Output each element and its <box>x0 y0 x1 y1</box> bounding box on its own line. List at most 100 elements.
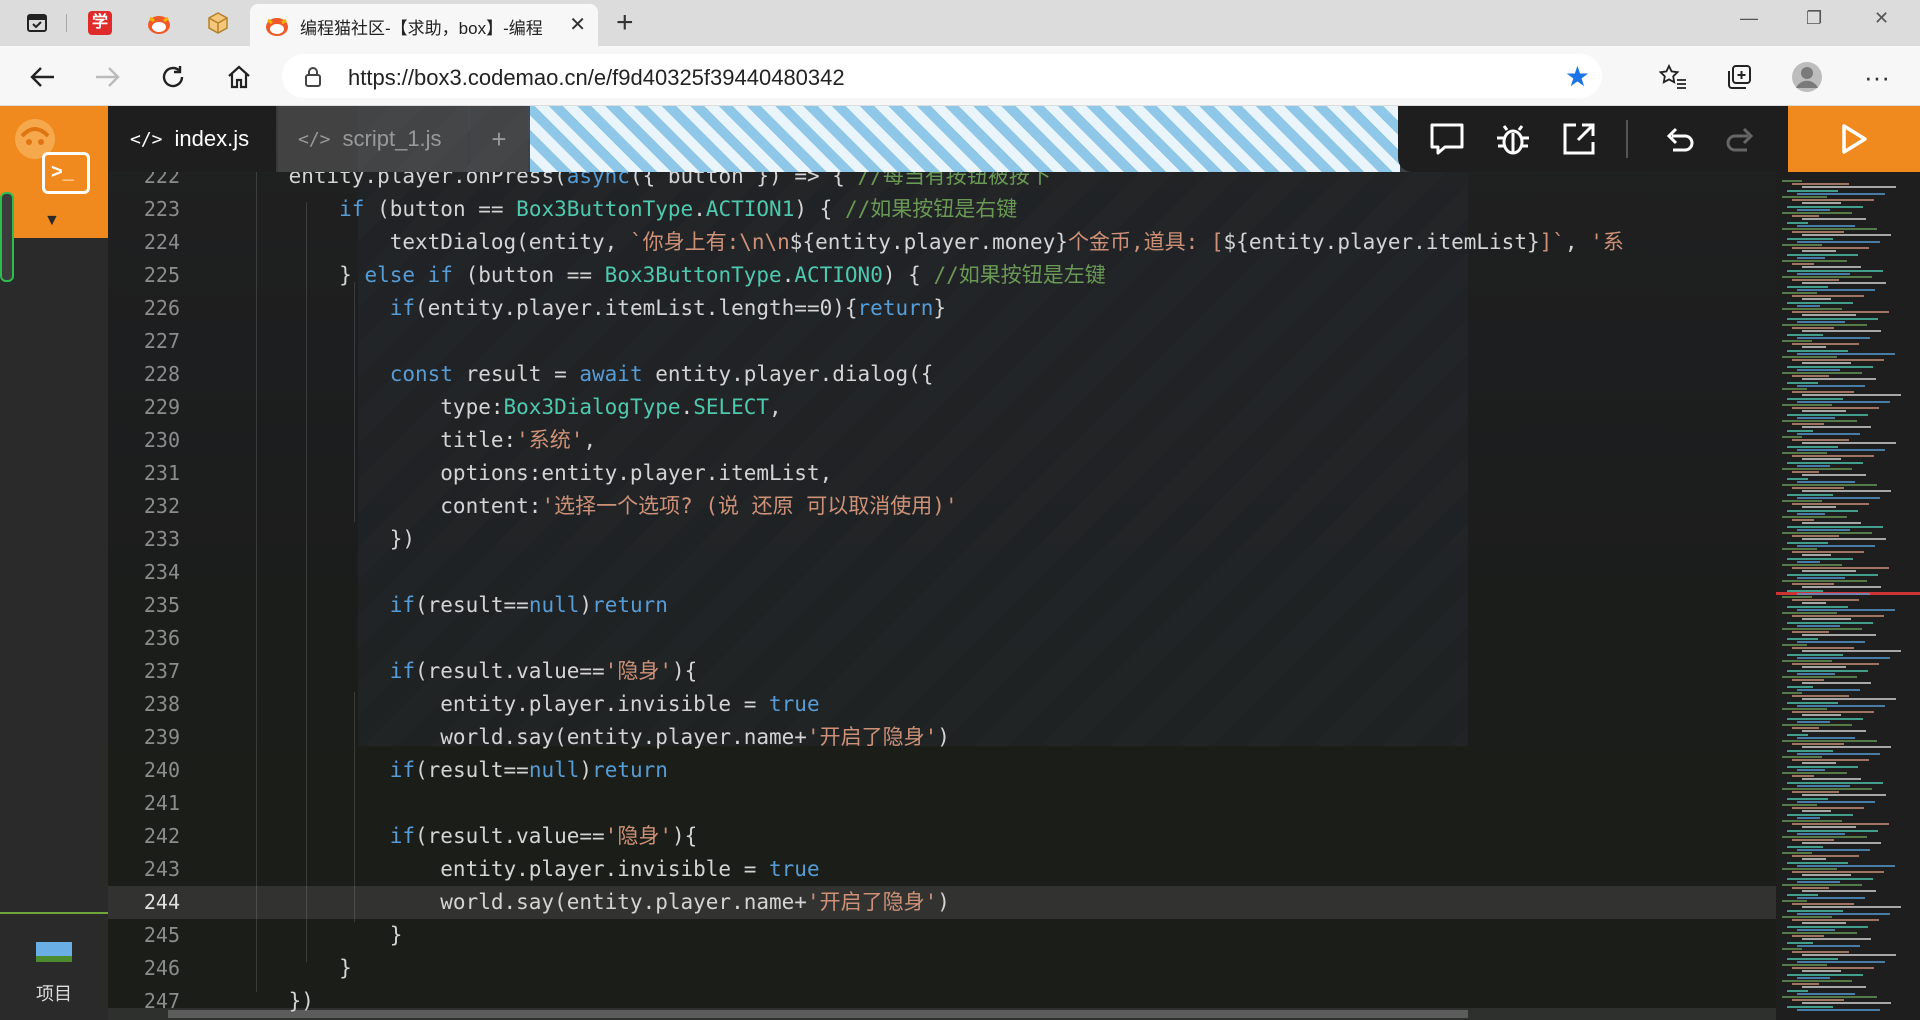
add-script-button[interactable]: + <box>470 106 528 172</box>
line-number: 244 <box>143 890 180 914</box>
tab-index-js[interactable]: </> index.js <box>108 106 276 172</box>
line-number: 245 <box>143 923 180 947</box>
code-line[interactable]: 229 type:Box3DialogType.SELECT, <box>108 391 1778 424</box>
code-line[interactable]: 247 }) <box>108 985 1778 1018</box>
code-text[interactable]: world.say(entity.player.name+'开启了隐身') <box>238 721 950 754</box>
minimap-line <box>1792 631 1829 634</box>
code-line[interactable]: 244 world.say(entity.player.name+'开启了隐身'… <box>108 886 1778 919</box>
code-line[interactable]: 223 if (button == Box3ButtonType.ACTION1… <box>108 193 1778 226</box>
minimap[interactable] <box>1776 172 1920 1020</box>
code-text[interactable]: entity.player.invisible = true <box>238 853 819 886</box>
tab-script-1-js[interactable]: </> script_1.js <box>278 106 468 172</box>
favorite-star-icon[interactable]: ★ <box>1565 60 1590 93</box>
minimap-line <box>1787 605 1848 608</box>
project-thumbnail-icon[interactable] <box>36 942 72 962</box>
back-button[interactable] <box>26 60 60 94</box>
undo-button[interactable] <box>1656 116 1702 162</box>
code-line[interactable]: 233 }) <box>108 523 1778 556</box>
minimap-line <box>1782 404 1832 406</box>
code-text[interactable]: entity.player.invisible = true <box>238 688 819 721</box>
expand-button[interactable] <box>1556 116 1602 162</box>
url-field[interactable]: https://box3.codemao.cn/e/f9d40325f39440… <box>282 54 1602 98</box>
chevron-down-icon[interactable]: ▼ <box>44 212 60 230</box>
left-sidebar: >_ ▼ 项目 <box>0 106 108 1020</box>
code-text[interactable]: world.say(entity.player.name+'开启了隐身') <box>238 886 950 919</box>
tab-actions-icon[interactable] <box>22 8 52 38</box>
code-text[interactable]: type:Box3DialogType.SELECT, <box>238 391 781 424</box>
minimap-line <box>1797 464 1830 467</box>
run-button[interactable] <box>1788 106 1920 172</box>
code-text[interactable]: const result = await entity.player.dialo… <box>238 358 934 391</box>
favorites-button[interactable] <box>1656 60 1690 94</box>
minimize-icon[interactable]: — <box>1740 8 1758 29</box>
minimap-line <box>1797 832 1845 835</box>
pinned-tab-box[interactable] <box>203 8 233 38</box>
minimap-line <box>1782 420 1857 422</box>
code-text[interactable]: textDialog(entity, `你身上有:\n\n${entity.pl… <box>238 226 1624 259</box>
code-line[interactable]: 227 <box>108 325 1778 358</box>
code-line[interactable]: 246 } <box>108 952 1778 985</box>
minimap-line <box>1802 490 1891 493</box>
code-editor[interactable]: 222 entity.player.onPress(async({ button… <box>108 172 1778 1020</box>
restore-icon[interactable]: ❐ <box>1806 8 1822 29</box>
code-line[interactable]: 232 content:'选择一个选项? (说 还原 可以取消使用)' <box>108 490 1778 523</box>
close-tab-icon[interactable]: ✕ <box>569 12 586 37</box>
forward-button[interactable] <box>90 60 124 94</box>
code-text[interactable]: entity.player.onPress(async({ button }) … <box>238 172 1051 193</box>
code-text[interactable]: options:entity.player.itemList, <box>238 457 832 490</box>
code-line[interactable]: 222 entity.player.onPress(async({ button… <box>108 172 1778 193</box>
code-text[interactable]: if(entity.player.itemList.length==0){ret… <box>238 292 946 325</box>
minimap-line <box>1802 346 1826 349</box>
pinned-tab-xue[interactable]: 学 <box>85 8 115 38</box>
minimap-line <box>1782 996 1877 998</box>
code-line[interactable]: 224 textDialog(entity, `你身上有:\n\n${entit… <box>108 226 1778 259</box>
code-line[interactable]: 238 entity.player.invisible = true <box>108 688 1778 721</box>
code-text[interactable]: if(result==null)return <box>238 589 668 622</box>
redo-button[interactable] <box>1718 116 1764 162</box>
minimap-line <box>1782 500 1822 502</box>
profile-button[interactable] <box>1790 60 1824 94</box>
code-text[interactable]: title:'系统', <box>238 424 596 457</box>
home-button[interactable] <box>222 60 256 94</box>
code-line[interactable]: 242 if(result.value=='隐身'){ <box>108 820 1778 853</box>
minimap-line <box>1802 1002 1891 1005</box>
terminal-icon[interactable]: >_ <box>42 152 90 194</box>
minimap-line <box>1792 311 1889 314</box>
more-menu-button[interactable]: ··· <box>1860 60 1894 94</box>
code-text[interactable]: } <box>238 919 403 952</box>
minimap-line <box>1797 272 1850 275</box>
code-line[interactable]: 243 entity.player.invisible = true <box>108 853 1778 886</box>
code-line[interactable]: 240 if(result==null)return <box>108 754 1778 787</box>
collections-button[interactable] <box>1722 60 1756 94</box>
minimap-line <box>1802 826 1856 829</box>
pinned-tab-codemao[interactable] <box>144 8 174 38</box>
debug-button[interactable] <box>1490 116 1536 162</box>
refresh-button[interactable] <box>156 60 190 94</box>
code-line[interactable]: 235 if(result==null)return <box>108 589 1778 622</box>
active-browser-tab[interactable]: 编程猫社区-【求助，box】-编程 ✕ <box>250 4 598 46</box>
code-text[interactable]: }) <box>238 985 314 1018</box>
code-text[interactable]: if(result==null)return <box>238 754 668 787</box>
code-line[interactable]: 226 if(entity.player.itemList.length==0)… <box>108 292 1778 325</box>
project-label[interactable]: 项目 <box>36 980 72 1006</box>
code-line[interactable]: 234 <box>108 556 1778 589</box>
code-line[interactable]: 225 } else if (button == Box3ButtonType.… <box>108 259 1778 292</box>
code-line[interactable]: 241 <box>108 787 1778 820</box>
new-tab-button[interactable]: + <box>616 6 634 40</box>
code-line[interactable]: 228 const result = await entity.player.d… <box>108 358 1778 391</box>
window-close-icon[interactable]: ✕ <box>1874 8 1889 29</box>
minimap-line <box>1802 650 1901 653</box>
code-text[interactable]: } else if (button == Box3ButtonType.ACTI… <box>238 259 1106 292</box>
code-text[interactable]: if (button == Box3ButtonType.ACTION1) { … <box>238 193 1017 226</box>
comment-button[interactable] <box>1424 116 1470 162</box>
codemao-logo[interactable]: >_ ▼ <box>0 106 108 238</box>
code-line[interactable]: 236 <box>108 622 1778 655</box>
line-number: 247 <box>143 989 180 1013</box>
code-line[interactable]: 231 options:entity.player.itemList, <box>108 457 1778 490</box>
code-line[interactable]: 245 } <box>108 919 1778 952</box>
code-line[interactable]: 239 world.say(entity.player.name+'开启了隐身'… <box>108 721 1778 754</box>
code-text[interactable]: content:'选择一个选项? (说 还原 可以取消使用)' <box>238 490 957 523</box>
code-text[interactable]: }) <box>238 523 415 556</box>
code-line[interactable]: 237 if(result.value=='隐身'){ <box>108 655 1778 688</box>
code-line[interactable]: 230 title:'系统', <box>108 424 1778 457</box>
